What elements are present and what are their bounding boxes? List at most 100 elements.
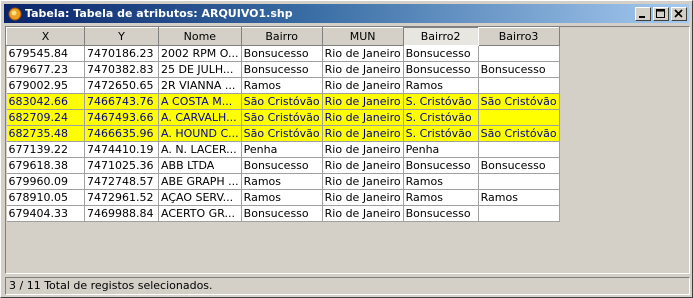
column-header-y[interactable]: Y	[84, 27, 159, 46]
qgis-app-icon[interactable]	[7, 6, 23, 22]
table-cell-bairro2[interactable]: S. Cristóvão	[403, 125, 479, 142]
table-cell-bairro2[interactable]: S. Cristóvão	[403, 109, 479, 126]
table-row[interactable]: 682709.24 7467493.66 A. CARVALH... São Cris…	[6, 109, 560, 126]
table-cell-bairro[interactable]: Bonsucesso	[241, 205, 323, 222]
table-cell-y[interactable]: 7472748.57	[84, 173, 159, 190]
table-cell-x[interactable]: 679002.95	[6, 77, 85, 94]
table-cell-mun[interactable]: Rio de Janeiro	[322, 173, 404, 190]
table-cell-x[interactable]: 678910.05	[6, 189, 85, 206]
table-row[interactable]: 679677.23 7470382.83 25 DE JULH... Bonsuces…	[6, 61, 560, 78]
table-cell-x[interactable]: 677139.22	[6, 141, 85, 158]
table-cell-nome[interactable]: A COSTA M...	[158, 93, 242, 110]
table-row[interactable]: 677139.22 7474410.19 A. N. LACER... Penha Ri…	[6, 141, 560, 158]
table-cell-bairro2[interactable]: Bonsucesso	[403, 61, 479, 78]
table-row[interactable]: 679618.38 7471025.36 ABB LTDA Bonsucesso Rio…	[6, 157, 560, 174]
table-cell-y[interactable]: 7472961.52	[84, 189, 159, 206]
column-header-mun[interactable]: MUN	[321, 27, 404, 46]
table-row[interactable]: 682735.48 7466635.96 A. HOUND C... São Cris…	[6, 125, 560, 142]
table-cell-y[interactable]: 7467493.66	[84, 109, 159, 126]
table-cell-nome[interactable]: ABE GRAPH ...	[158, 173, 242, 190]
maximize-button[interactable]	[653, 6, 669, 21]
table-cell-y[interactable]: 7470186.23	[84, 45, 159, 62]
table-row[interactable]: 679545.84 7470186.23 2002 RPM O... Bonsuces…	[6, 45, 560, 62]
table-cell-nome[interactable]: A. N. LACER...	[158, 141, 242, 158]
table-cell-x[interactable]: 679618.38	[6, 157, 85, 174]
table-cell-bairro3[interactable]	[478, 77, 560, 94]
title-bar[interactable]: Tabela: Tabela de atributos: ARQUIVO1.sh…	[4, 4, 689, 23]
table-cell-bairro2[interactable]: Bonsucesso	[403, 205, 479, 222]
table-cell-bairro[interactable]: São Cristóvão	[241, 109, 323, 126]
table-cell-nome[interactable]: A. CARVALH...	[158, 109, 242, 126]
table-cell-bairro3[interactable]	[478, 109, 560, 126]
table-cell-bairro3[interactable]: Ramos	[478, 189, 560, 206]
table-cell-bairro3[interactable]	[478, 205, 560, 222]
table-cell-y[interactable]: 7466743.76	[84, 93, 159, 110]
table-cell-y[interactable]: 7471025.36	[84, 157, 159, 174]
table-cell-y[interactable]: 7474410.19	[84, 141, 159, 158]
table-cell-mun[interactable]: Rio de Janeiro	[322, 61, 404, 78]
table-cell-bairro3[interactable]: Bonsucesso	[478, 157, 560, 174]
table-cell-x[interactable]: 682735.48	[6, 125, 85, 142]
table-cell-bairro2[interactable]: Bonsucesso	[403, 157, 479, 174]
table-cell-bairro2[interactable]: Ramos	[403, 189, 479, 206]
table-cell-bairro[interactable]: Penha	[241, 141, 323, 158]
table-cell-mun[interactable]: Rio de Janeiro	[322, 45, 404, 62]
table-cell-nome[interactable]: AÇAO SERV...	[158, 189, 242, 206]
table-cell-mun[interactable]: Rio de Janeiro	[322, 125, 404, 142]
table-cell-x[interactable]: 683042.66	[6, 93, 85, 110]
close-button[interactable]	[671, 6, 687, 21]
table-cell-bairro[interactable]: São Cristóvão	[241, 93, 323, 110]
table-cell-bairro[interactable]: Ramos	[241, 173, 323, 190]
table-cell-bairro[interactable]: São Cristóvão	[241, 125, 323, 142]
table-row[interactable]: 679404.33 7469988.84 ACERTO GR... Bonsucess…	[6, 205, 560, 222]
table-cell-nome[interactable]: 2002 RPM O...	[158, 45, 242, 62]
table-cell-bairro3[interactable]	[478, 141, 560, 158]
table-cell-x[interactable]: 679677.23	[6, 61, 85, 78]
table-cell-bairro[interactable]: Bonsucesso	[241, 157, 323, 174]
table-cell-bairro[interactable]: Bonsucesso	[241, 45, 323, 62]
table-cell-bairro3[interactable]	[478, 45, 560, 62]
table-cell-x[interactable]: 682709.24	[6, 109, 85, 126]
table-cell-nome[interactable]: 2R VIANNA ...	[158, 77, 242, 94]
table-cell-bairro[interactable]: Ramos	[241, 189, 323, 206]
column-header-nome[interactable]: Nome	[158, 27, 242, 46]
table-cell-x[interactable]: 679960.09	[6, 173, 85, 190]
table-cell-x[interactable]: 679545.84	[6, 45, 85, 62]
column-header-bairro[interactable]: Bairro	[240, 27, 323, 46]
table-cell-bairro3[interactable]: Bonsucesso	[478, 61, 560, 78]
table-cell-nome[interactable]: 25 DE JULH...	[158, 61, 242, 78]
column-header-x[interactable]: X	[6, 27, 85, 46]
table-cell-mun[interactable]: Rio de Janeiro	[322, 189, 404, 206]
table-row[interactable]: 683042.66 7466743.76 A COSTA M... São Crist…	[6, 93, 560, 110]
table-cell-bairro[interactable]: Ramos	[241, 77, 323, 94]
table-cell-bairro3[interactable]	[478, 173, 560, 190]
table-cell-bairro3[interactable]: São Cristóvão	[478, 93, 560, 110]
column-header-bairro3[interactable]: Bairro3	[477, 27, 560, 46]
table-cell-mun[interactable]: Rio de Janeiro	[322, 77, 404, 94]
table-cell-bairro3[interactable]: São Cristóvão	[478, 125, 560, 142]
table-cell-mun[interactable]: Rio de Janeiro	[322, 157, 404, 174]
table-row[interactable]: 679960.09 7472748.57 ABE GRAPH ... Ramos Rio…	[6, 173, 560, 190]
table-cell-bairro2[interactable]: Ramos	[403, 173, 479, 190]
table-cell-bairro[interactable]: Bonsucesso	[241, 61, 323, 78]
table-row[interactable]: 679002.95 7472650.65 2R VIANNA ... Ramos Rio…	[6, 77, 560, 94]
table-cell-mun[interactable]: Rio de Janeiro	[322, 93, 404, 110]
table-cell-mun[interactable]: Rio de Janeiro	[322, 205, 404, 222]
attribute-table[interactable]: X Y Nome Bairro MUN Bairro2 Bairro3 679545.84 7…	[5, 26, 690, 274]
table-cell-y[interactable]: 7469988.84	[84, 205, 159, 222]
table-row[interactable]: 678910.05 7472961.52 AÇAO SERV... Ramos Rio …	[6, 189, 560, 206]
table-cell-y[interactable]: 7466635.96	[84, 125, 159, 142]
table-cell-bairro2[interactable]: S. Cristóvão	[403, 93, 479, 110]
minimize-button[interactable]	[635, 6, 651, 21]
table-cell-y[interactable]: 7470382.83	[84, 61, 159, 78]
column-header-bairro2[interactable]: Bairro2	[402, 27, 479, 46]
table-cell-nome[interactable]: A. HOUND C...	[158, 125, 242, 142]
table-cell-nome[interactable]: ABB LTDA	[158, 157, 242, 174]
table-cell-bairro2[interactable]: Ramos	[403, 77, 479, 94]
table-cell-x[interactable]: 679404.33	[6, 205, 85, 222]
table-cell-bairro2[interactable]: Penha	[403, 141, 479, 158]
table-cell-y[interactable]: 7472650.65	[84, 77, 159, 94]
table-cell-bairro2[interactable]: Bonsucesso	[403, 45, 479, 62]
table-cell-mun[interactable]: Rio de Janeiro	[322, 109, 404, 126]
table-cell-nome[interactable]: ACERTO GR...	[158, 205, 242, 222]
